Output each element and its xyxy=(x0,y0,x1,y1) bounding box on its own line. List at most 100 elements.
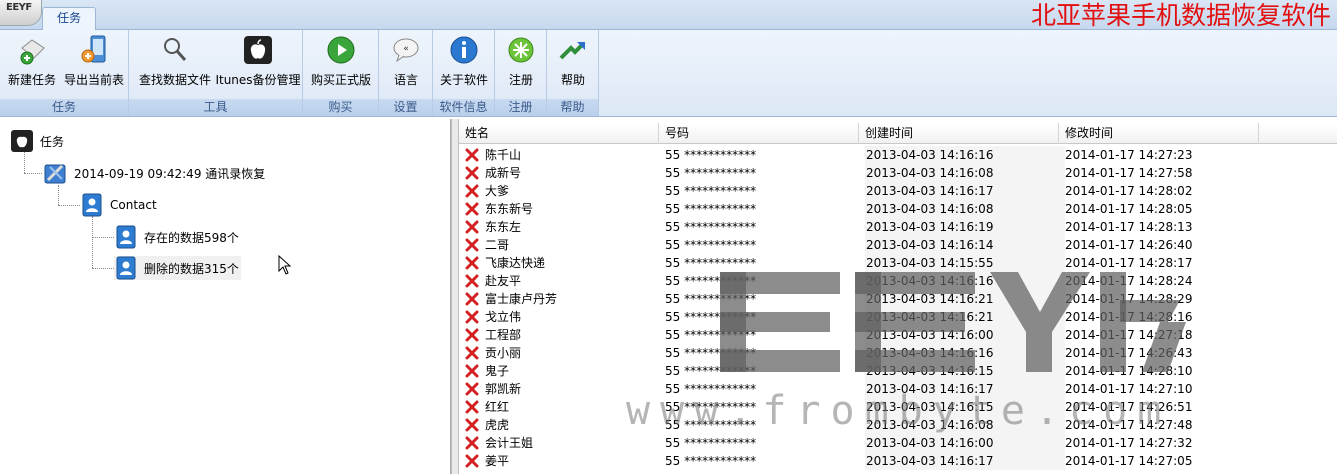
help-button[interactable]: 帮助 xyxy=(549,34,597,96)
cell-name: 东东左 xyxy=(465,218,665,236)
ribbon-group-purchase: 购买正式版 购买 xyxy=(303,30,379,116)
cell-created: 2013-04-03 14:16:00 xyxy=(865,326,1065,344)
cell-modified: 2014-01-17 14:28:05 xyxy=(1065,202,1193,216)
column-header-name[interactable]: 姓名 xyxy=(459,123,659,144)
pane-splitter[interactable] xyxy=(451,119,459,474)
cell-modified: 2014-01-17 14:26:40 xyxy=(1065,238,1193,252)
table-row[interactable]: 大爹 55 ************ 2013-04-03 14:16:17 2014… xyxy=(459,182,1337,200)
deleted-x-icon xyxy=(465,328,479,342)
ribbon-group-label: 购买 xyxy=(303,99,378,116)
cell-modified: 2014-01-17 14:28:02 xyxy=(1065,184,1193,198)
tree-node-deleted[interactable]: 删除的数据315个 xyxy=(114,256,241,280)
help-label: 帮助 xyxy=(560,73,585,87)
cell-name: 戈立伟 xyxy=(465,308,665,326)
tree-node-contact[interactable]: Contact xyxy=(80,193,157,217)
cell-modified: 2014-01-17 14:27:05 xyxy=(1065,454,1193,468)
app-logo[interactable]: EEYF xyxy=(0,0,42,26)
task-tree-pane: 任务 2014-09-19 09:42:49 通讯录恢复 Contact 存在的… xyxy=(0,119,451,474)
table-row[interactable]: 戈立伟 55 ************ 2013-04-03 14:16:21 201… xyxy=(459,308,1337,326)
ribbon-group-label: 设置 xyxy=(379,99,432,116)
contact-name: 红红 xyxy=(485,400,510,414)
table-row[interactable]: 东东新号 55 ************ 2013-04-03 14:16:08 20… xyxy=(459,200,1337,218)
contact-name: 戈立伟 xyxy=(485,310,522,324)
cell-modified: 2014-01-17 14:28:10 xyxy=(1065,364,1193,378)
app-window: EEYF 任务 北亚苹果手机数据恢复软件 新建任务 导出当前表 任务 查找数据文… xyxy=(0,0,1337,474)
export-table-button[interactable]: 导出当前表 xyxy=(62,34,126,96)
table-row[interactable]: 鬼子 55 ************ 2013-04-03 14:16:15 2014… xyxy=(459,362,1337,380)
tree-connector xyxy=(58,205,80,206)
table-row[interactable]: 姜平 55 ************ 2013-04-03 14:16:17 2014… xyxy=(459,452,1337,470)
cell-phone: 55 ************ xyxy=(665,292,757,306)
cell-created: 2013-04-03 14:16:15 xyxy=(865,362,1065,380)
table-row[interactable]: 赴友平 55 ************ 2013-04-03 14:16:16 201… xyxy=(459,272,1337,290)
column-header-phone[interactable]: 号码 xyxy=(659,123,859,144)
cell-modified: 2014-01-17 14:27:32 xyxy=(1065,436,1193,450)
cell-name: 大爹 xyxy=(465,182,665,200)
cell-name: 富士康卢丹芳 xyxy=(465,290,665,308)
cell-modified: 2014-01-17 14:28:16 xyxy=(1065,310,1193,324)
cell-phone: 55 ************ xyxy=(665,346,757,360)
deleted-x-icon xyxy=(465,238,479,252)
contact-name: 大爹 xyxy=(485,184,510,198)
table-row[interactable]: 工程部 55 ************ 2013-04-03 14:16:00 201… xyxy=(459,326,1337,344)
deleted-x-icon xyxy=(465,400,479,414)
buy-full-version-label: 购买正式版 xyxy=(310,73,371,87)
tree-connector xyxy=(58,185,59,205)
language-button[interactable]: « 语言 xyxy=(382,34,430,96)
cell-created: 2013-04-03 14:16:16 xyxy=(865,344,1065,362)
tab-task[interactable]: 任务 xyxy=(42,7,96,30)
ribbon-group-help: 帮助 帮助 xyxy=(547,30,599,116)
table-row[interactable]: 成新号 55 ************ 2013-04-03 14:16:08 201… xyxy=(459,164,1337,182)
column-header-modified[interactable]: 修改时间 xyxy=(1059,123,1259,144)
column-header-created[interactable]: 创建时间 xyxy=(859,123,1059,144)
buy-full-version-button[interactable]: 购买正式版 xyxy=(309,34,373,96)
table-row[interactable]: 贡小丽 55 ************ 2013-04-03 14:16:16 201… xyxy=(459,344,1337,362)
cell-created: 2013-04-03 14:16:00 xyxy=(865,434,1065,452)
tree-connector xyxy=(92,268,114,269)
table-row[interactable]: 红红 55 ************ 2013-04-03 14:16:15 2014… xyxy=(459,398,1337,416)
cell-phone: 55 ************ xyxy=(665,436,757,450)
contacts-table: 姓名 号码 创建时间 修改时间 陈千山 55 ************ 2013-0… xyxy=(459,119,1337,474)
table-row[interactable]: 虎虎 55 ************ 2013-04-03 14:16:08 2014… xyxy=(459,416,1337,434)
contact-name: 会计王姐 xyxy=(485,436,534,450)
about-software-label: 关于软件 xyxy=(439,73,488,87)
new-task-icon xyxy=(20,39,45,65)
brand-title: 北亚苹果手机数据恢复软件 xyxy=(1030,1,1331,30)
table-row[interactable]: 会计王姐 55 ************ 2013-04-03 14:16:00 20… xyxy=(459,434,1337,452)
table-row[interactable]: 飞康达快递 55 ************ 2013-04-03 14:15:55 2… xyxy=(459,254,1337,272)
cell-phone: 55 ************ xyxy=(665,364,757,378)
cell-modified: 2014-01-17 14:28:29 xyxy=(1065,292,1193,306)
about-software-button[interactable]: 关于软件 xyxy=(436,34,492,96)
table-row[interactable]: 东东左 55 ************ 2013-04-03 14:16:19 201… xyxy=(459,218,1337,236)
ribbon: 新建任务 导出当前表 任务 查找数据文件 Itunes备份管理 工具 购买正式版… xyxy=(0,30,1337,117)
register-button[interactable]: 注册 xyxy=(497,34,545,96)
cell-phone: 55 ************ xyxy=(665,400,757,414)
play-icon xyxy=(327,36,355,64)
table-row[interactable]: 富士康卢丹芳 55 ************ 2013-04-03 14:16:21… xyxy=(459,290,1337,308)
tree-node-task[interactable]: 2014-09-19 09:42:49 通讯录恢复 xyxy=(44,161,265,185)
table-row[interactable]: 郭凯新 55 ************ 2013-04-03 14:16:17 201… xyxy=(459,380,1337,398)
new-task-button[interactable]: 新建任务 xyxy=(4,34,60,96)
cell-phone: 55 ************ xyxy=(665,202,757,216)
table-row[interactable]: 二哥 55 ************ 2013-04-03 14:16:14 2014… xyxy=(459,236,1337,254)
cell-created: 2013-04-03 14:16:21 xyxy=(865,308,1065,326)
help-arrow-icon xyxy=(559,42,585,60)
cell-name: 陈千山 xyxy=(465,146,665,164)
tree-contact-label: Contact xyxy=(110,198,157,212)
cell-modified: 2014-01-17 14:27:10 xyxy=(1065,382,1193,396)
cell-created: 2013-04-03 14:16:21 xyxy=(865,290,1065,308)
cell-created: 2013-04-03 14:16:14 xyxy=(865,236,1065,254)
ribbon-group-label: 任务 xyxy=(0,99,128,116)
itunes-backup-button[interactable]: Itunes备份管理 xyxy=(215,34,301,96)
contact-name: 工程部 xyxy=(485,328,522,342)
table-row[interactable]: 陈千山 55 ************ 2013-04-03 14:16:16 201… xyxy=(459,146,1337,164)
cell-phone: 55 ************ xyxy=(665,256,757,270)
cell-phone: 55 ************ xyxy=(665,220,757,234)
tree-node-existing[interactable]: 存在的数据598个 xyxy=(114,225,239,249)
find-data-file-label: 查找数据文件 xyxy=(138,73,211,87)
tree-task-label: 2014-09-19 09:42:49 通讯录恢复 xyxy=(74,166,266,181)
find-data-file-button[interactable]: 查找数据文件 xyxy=(137,34,213,96)
apple-icon xyxy=(11,130,33,152)
tree-node-root[interactable]: 任务 xyxy=(10,129,64,153)
svg-text:«: « xyxy=(403,44,409,54)
